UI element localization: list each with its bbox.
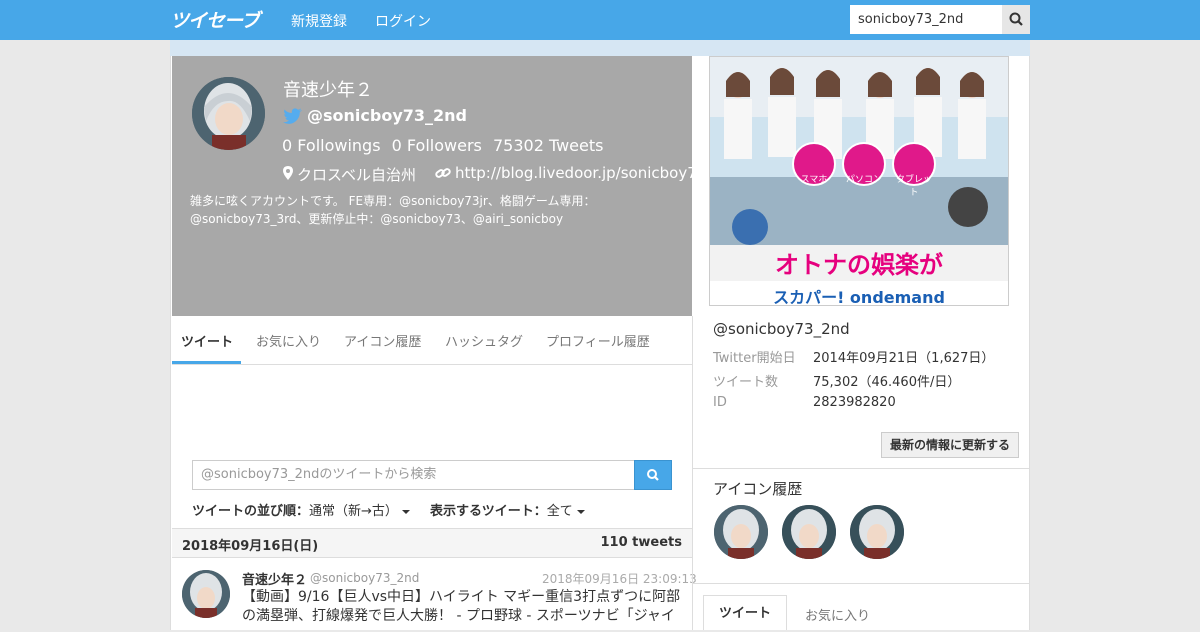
avatar-image bbox=[782, 505, 836, 559]
twitter-bird-icon bbox=[283, 108, 302, 124]
profile-name: 音速少年２ bbox=[283, 80, 373, 101]
tweet-text: 【動画】9/16【巨人vs中日】ハイライト マギー重信3打点ずつに阿部の満塁弾、… bbox=[242, 589, 681, 624]
icon-history-item[interactable] bbox=[850, 505, 904, 559]
tweets-label: Tweets bbox=[548, 136, 604, 155]
followers-count[interactable]: 0 bbox=[392, 136, 402, 155]
tweet-timestamp[interactable]: 2018年09月16日 23:09:13 bbox=[542, 570, 697, 587]
avatar-image bbox=[850, 505, 904, 559]
sort-order-dropdown[interactable]: ツイートの並び順：通常（新→古） bbox=[192, 500, 410, 519]
caret-down-icon bbox=[576, 509, 585, 514]
side-tab-favorites[interactable]: お気に入り bbox=[805, 605, 870, 624]
side-handle: @sonicboy73_2nd bbox=[713, 320, 850, 338]
stat-label: ツイート数 bbox=[713, 375, 779, 390]
sub-bar bbox=[170, 40, 1030, 56]
tweets-count: 75302 bbox=[492, 136, 544, 155]
header-search-input[interactable]: sonicboy73_2nd bbox=[850, 5, 1002, 34]
ad-headline-1: オトナの娯楽が bbox=[775, 251, 943, 279]
tweet-filter-label: 表示するツイート： bbox=[430, 504, 547, 519]
link-icon bbox=[435, 168, 451, 178]
profile-counts: 0 Followings 0 Followers 75302 Tweets bbox=[282, 136, 603, 155]
tweet-search-input[interactable]: @sonicboy73_2ndのツイートから検索 bbox=[192, 460, 635, 490]
followers-label[interactable]: Followers bbox=[407, 136, 482, 155]
tab-favorites[interactable]: お気に入り bbox=[256, 331, 321, 350]
active-tab-indicator bbox=[172, 361, 241, 364]
tab-icon-history[interactable]: アイコン履歴 bbox=[344, 331, 421, 350]
sort-order-value: 通常（新→古） bbox=[309, 504, 398, 519]
tab-tweets[interactable]: ツイート bbox=[181, 331, 233, 350]
date-group-header: 2018年09月16日(日) 110 tweets bbox=[172, 528, 692, 558]
sort-order-label: ツイートの並び順： bbox=[192, 504, 310, 519]
nav-login-link[interactable]: ログイン bbox=[375, 11, 431, 31]
nav-signup-link[interactable]: 新規登録 bbox=[291, 11, 347, 31]
update-info-button[interactable]: 最新の情報に更新する bbox=[881, 432, 1019, 458]
stat-label: Twitter開始日 bbox=[713, 351, 796, 366]
icon-history-item[interactable] bbox=[714, 505, 768, 559]
site-logo[interactable]: ツイセーブ bbox=[170, 6, 260, 33]
ad-brand: スカパー! ondemand bbox=[773, 288, 945, 306]
profile-url-link[interactable]: http://blog.livedoor.jp/sonicboy73 bbox=[455, 164, 706, 182]
side-tab-tweets[interactable]: ツイート bbox=[703, 595, 787, 630]
followings-label[interactable]: Followings bbox=[297, 136, 380, 155]
ad-icon-label: タブレット bbox=[895, 175, 932, 198]
divider bbox=[693, 583, 1029, 584]
tab-hashtags[interactable]: ハッシュタグ bbox=[445, 331, 523, 350]
avatar-image bbox=[714, 505, 768, 559]
date-group-count: 110 tweets bbox=[600, 535, 682, 550]
tweet-author-name[interactable]: 音速少年２ bbox=[242, 569, 307, 588]
caret-down-icon bbox=[401, 509, 410, 514]
stat-value: 2823982820 bbox=[813, 395, 896, 410]
date-group-date[interactable]: 2018年09月16日(日) bbox=[182, 535, 318, 554]
tweet-filter-value: 全て bbox=[546, 504, 573, 519]
profile-handle[interactable]: @sonicboy73_2nd bbox=[307, 106, 467, 125]
followings-count[interactable]: 0 bbox=[282, 136, 292, 155]
tweet-filter-dropdown[interactable]: 表示するツイート：全て bbox=[430, 500, 585, 519]
avatar-image bbox=[182, 570, 230, 618]
ad-icon-label: パソコン bbox=[845, 175, 882, 185]
profile-location: クロスベル自治州 bbox=[297, 166, 416, 184]
icon-history-item[interactable] bbox=[782, 505, 836, 559]
tweet-search-button[interactable] bbox=[634, 460, 672, 490]
avatar-image bbox=[192, 77, 265, 150]
tab-profile-history[interactable]: プロフィール履歴 bbox=[546, 331, 650, 350]
header-search-button[interactable] bbox=[1002, 5, 1030, 34]
tweet-avatar[interactable] bbox=[182, 570, 230, 618]
profile-avatar[interactable] bbox=[192, 77, 265, 150]
search-icon bbox=[647, 469, 659, 481]
tweet-author-handle[interactable]: @sonicboy73_2nd bbox=[310, 571, 419, 585]
stat-value: 2014年09月21日（1,627日） bbox=[813, 351, 995, 366]
ad-icon-label: スマホ bbox=[800, 175, 828, 185]
ad-banner[interactable]: スマホ パソコン タブレット オトナの娯楽が スカパー! ondemand bbox=[709, 56, 1009, 306]
stat-value: 75,302（46.460件/日） bbox=[813, 375, 961, 390]
search-icon bbox=[1009, 12, 1023, 26]
divider bbox=[693, 468, 1029, 469]
profile-bio: 雑多に呟くアカウントです。 FE専用：@sonicboy73jr、格闘ゲーム専用… bbox=[190, 194, 596, 226]
location-pin-icon bbox=[283, 166, 293, 180]
stat-label: ID bbox=[713, 395, 727, 410]
icon-history-title: アイコン履歴 bbox=[713, 480, 803, 498]
